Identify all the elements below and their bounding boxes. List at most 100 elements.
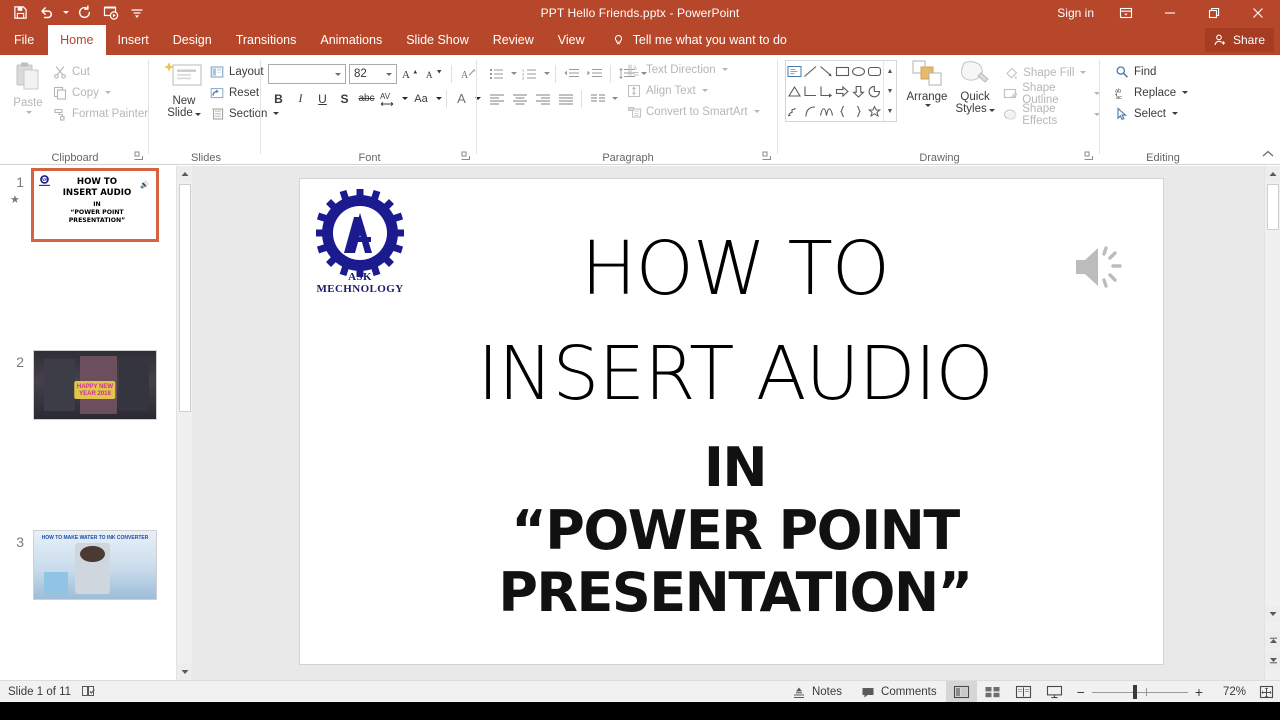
underline-button[interactable]: U — [312, 88, 333, 109]
cut-button[interactable]: Cut — [52, 61, 148, 82]
shape-elbow-connector[interactable] — [802, 81, 818, 101]
zoom-level-label[interactable]: 72% — [1210, 686, 1252, 698]
shape-elbow-arrow-connector[interactable] — [818, 81, 834, 101]
new-slide-dropdown-icon[interactable] — [194, 113, 201, 116]
shapes-more-icon[interactable]: ▼ — [884, 101, 896, 121]
replace-button[interactable]: ab ac Replace — [1114, 82, 1189, 103]
numbering-button[interactable]: 123 — [519, 63, 540, 84]
shapes-scroll-down-icon[interactable]: ▼ — [884, 81, 896, 101]
paste-button[interactable]: Paste — [6, 61, 50, 114]
thumbnail-scrollbar-thumb[interactable] — [179, 184, 191, 412]
strikethrough-button[interactable]: abc — [356, 88, 377, 109]
text-direction-button[interactable]: A Text Direction — [626, 59, 760, 80]
shape-left-brace[interactable] — [834, 101, 850, 121]
tab-slide-show[interactable]: Slide Show — [394, 25, 481, 55]
select-dropdown-icon[interactable] — [1171, 112, 1178, 115]
slide-subtitle-text[interactable]: IN “POWER POINT PRESENTATION” — [395, 436, 1075, 625]
pane-splitter[interactable] — [192, 166, 201, 680]
arrange-button[interactable]: Arrange — [903, 59, 951, 125]
tab-review[interactable]: Review — [481, 25, 546, 55]
convert-to-smartart-dropdown-icon[interactable] — [753, 110, 760, 113]
spell-check-icon[interactable] — [81, 684, 97, 700]
normal-view-button[interactable] — [945, 681, 977, 703]
tab-insert[interactable]: Insert — [106, 25, 161, 55]
font-name-input[interactable] — [268, 63, 346, 84]
font-size-dropdown-icon[interactable] — [386, 72, 392, 76]
bullets-button[interactable] — [486, 63, 507, 84]
font-dialog-launcher[interactable] — [460, 150, 471, 161]
text-direction-dropdown-icon[interactable] — [721, 68, 728, 71]
increase-font-size-button[interactable]: A — [400, 63, 421, 84]
thumbnail-slide-1[interactable]: 1 ★ AM HOW TO INSERT AUDIO IN “POWER POINT… — [0, 166, 176, 256]
quick-styles-dropdown-icon[interactable] — [988, 109, 995, 112]
convert-to-smartart-button[interactable]: Convert to SmartArt — [626, 101, 760, 122]
minimize-icon[interactable] — [1148, 0, 1192, 25]
shapes-gallery-scrollbar[interactable]: ▲ ▼ ▼ — [883, 61, 896, 121]
shapes-scroll-up-icon[interactable]: ▲ — [884, 61, 896, 81]
columns-dropdown-icon[interactable] — [612, 97, 618, 100]
shape-right-brace[interactable] — [851, 101, 867, 121]
shape-pie[interactable] — [867, 81, 883, 101]
align-left-button[interactable] — [486, 88, 507, 109]
quick-styles-button[interactable]: Quick Styles — [953, 59, 997, 125]
slide-thumbnail-pane[interactable]: 1 ★ AM HOW TO INSERT AUDIO IN “POWER POINT… — [0, 166, 176, 680]
save-icon[interactable] — [8, 1, 33, 24]
copy-button[interactable]: Copy — [52, 82, 148, 103]
copy-dropdown-icon[interactable] — [104, 91, 111, 94]
align-right-button[interactable] — [532, 88, 553, 109]
arrange-dropdown-icon[interactable] — [924, 104, 931, 107]
previous-slide-icon[interactable] — [1265, 632, 1280, 648]
audio-speaker-icon[interactable] — [1070, 241, 1126, 293]
increase-indent-button[interactable] — [584, 63, 605, 84]
undo-icon[interactable] — [34, 1, 59, 24]
font-size-input[interactable]: 82 — [349, 63, 397, 84]
drawing-dialog-launcher[interactable] — [1083, 150, 1094, 161]
paragraph-dialog-launcher[interactable] — [761, 150, 772, 161]
close-icon[interactable] — [1236, 0, 1280, 25]
canvas-scrollbar-thumb[interactable] — [1267, 184, 1279, 230]
thumbnail-pane-scrollbar[interactable] — [176, 166, 193, 680]
shape-triangle[interactable] — [786, 81, 802, 101]
zoom-in-button[interactable]: + — [1188, 681, 1210, 703]
notes-button[interactable]: Notes — [782, 681, 851, 703]
fit-to-window-button[interactable] — [1252, 681, 1280, 703]
columns-button[interactable] — [587, 88, 608, 109]
change-case-button[interactable]: Aa — [409, 88, 433, 109]
shape-fill-button[interactable]: Shape Fill — [1003, 62, 1100, 83]
align-center-button[interactable] — [509, 88, 530, 109]
shape-curve[interactable] — [818, 101, 834, 121]
tell-me-search[interactable]: Tell me what you want to do — [597, 25, 787, 55]
new-slide-button[interactable]: New Slide — [157, 61, 211, 119]
reading-view-button[interactable] — [1008, 681, 1039, 703]
find-button[interactable]: Find — [1114, 61, 1188, 82]
bullets-dropdown-icon[interactable] — [511, 72, 517, 75]
numbering-dropdown-icon[interactable] — [544, 72, 550, 75]
tab-file[interactable]: File — [0, 25, 48, 55]
thumbnail-scroll-up-icon[interactable] — [177, 166, 193, 182]
sign-in-button[interactable]: Sign in — [1047, 0, 1104, 25]
redo-icon[interactable] — [72, 1, 97, 24]
decrease-indent-button[interactable] — [561, 63, 582, 84]
next-slide-icon[interactable] — [1265, 652, 1280, 668]
change-case-dropdown-icon[interactable] — [436, 97, 442, 100]
replace-dropdown-icon[interactable] — [1182, 91, 1189, 94]
slide-title-text[interactable]: HOW TO INSERT AUDIO — [395, 217, 1075, 427]
shape-rectangle[interactable] — [834, 61, 850, 81]
shape-text-box[interactable] — [786, 61, 802, 81]
canvas-scroll-down-icon[interactable] — [1265, 606, 1280, 622]
paste-dropdown-icon[interactable] — [26, 111, 32, 114]
bold-button[interactable]: B — [268, 88, 289, 109]
shape-star[interactable] — [867, 101, 883, 121]
zoom-slider-handle[interactable] — [1132, 685, 1137, 699]
tab-transitions[interactable]: Transitions — [224, 25, 309, 55]
start-from-beginning-icon[interactable] — [98, 1, 123, 24]
character-spacing-button[interactable]: AV — [378, 88, 399, 109]
shape-line[interactable] — [802, 61, 818, 81]
font-name-dropdown-icon[interactable] — [335, 72, 341, 76]
select-button[interactable]: Select — [1114, 103, 1188, 124]
tab-home[interactable]: Home — [48, 25, 106, 55]
undo-dropdown-icon[interactable] — [60, 1, 71, 24]
shape-rounded-rectangle[interactable] — [867, 61, 883, 81]
customize-quick-access-toolbar-icon[interactable] — [124, 1, 149, 24]
align-text-button[interactable]: Align Text — [626, 80, 760, 101]
